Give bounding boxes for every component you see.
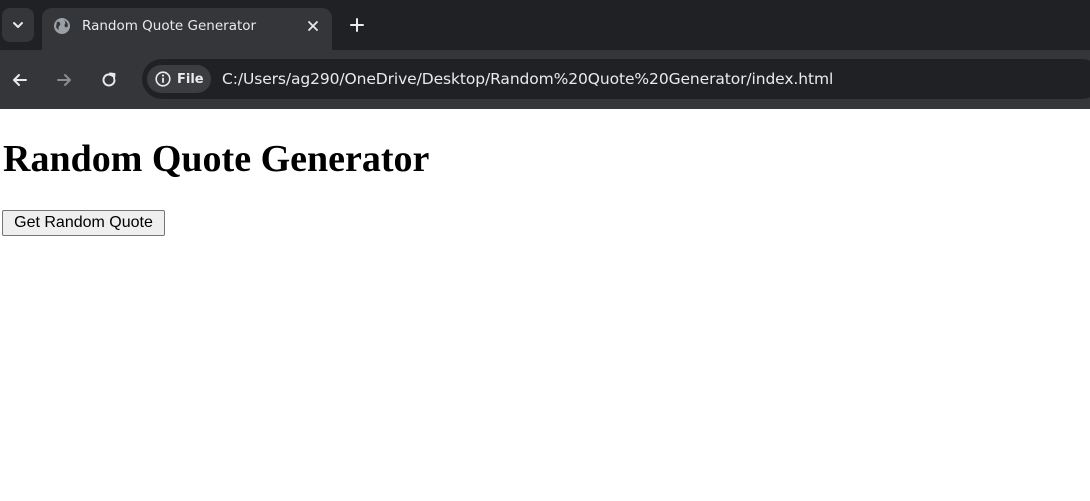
url-text[interactable]: C:/Users/ag290/OneDrive/Desktop/Random%2…	[222, 69, 833, 89]
site-info-label: File	[177, 71, 204, 87]
globe-icon	[54, 18, 70, 34]
arrow-right-icon	[57, 74, 71, 86]
tab-strip: Random Quote Generator	[0, 0, 1090, 50]
tab-active[interactable]: Random Quote Generator	[42, 8, 332, 50]
address-bar[interactable]: File C:/Users/ag290/OneDrive/Desktop/Ran…	[142, 59, 1090, 99]
get-random-quote-button[interactable]: Get Random Quote	[2, 210, 165, 236]
reload-button[interactable]	[96, 67, 122, 93]
plus-icon	[350, 18, 364, 32]
back-button[interactable]	[7, 67, 33, 93]
info-icon	[155, 71, 171, 87]
browser-window: Random Quote Generator File C:/Users/ag2…	[0, 0, 1090, 501]
reload-icon	[102, 72, 116, 87]
new-tab-button[interactable]	[344, 12, 370, 38]
tab-close-button[interactable]	[304, 17, 322, 35]
forward-button[interactable]	[51, 67, 77, 93]
site-info-chip[interactable]: File	[147, 65, 211, 93]
browser-toolbar: File C:/Users/ag290/OneDrive/Desktop/Ran…	[0, 50, 1090, 109]
chevron-down-icon	[13, 22, 23, 28]
page-title: Random Quote Generator	[3, 138, 430, 180]
close-icon	[308, 21, 318, 31]
tab-title: Random Quote Generator	[82, 18, 257, 34]
page-content: Random Quote Generator Get Random Quote	[0, 109, 1090, 501]
tab-search-button[interactable]	[2, 8, 34, 42]
arrow-left-icon	[13, 74, 27, 86]
